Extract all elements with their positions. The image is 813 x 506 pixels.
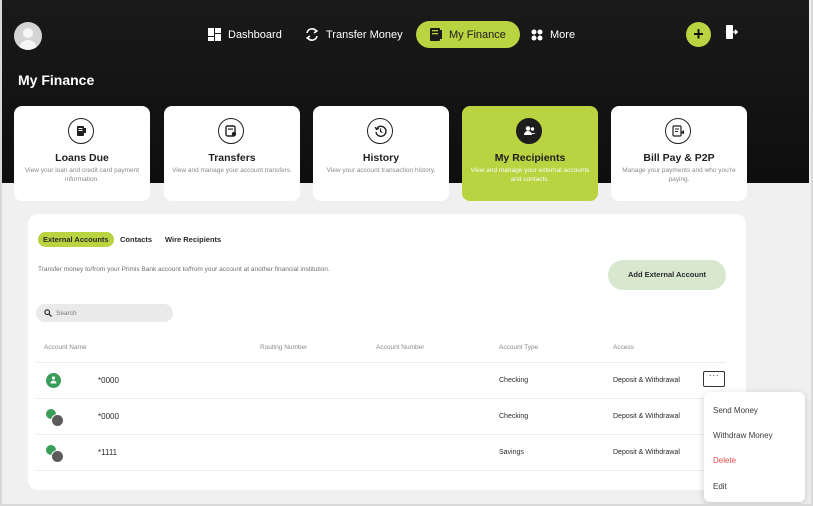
bank-accounts-icon-back bbox=[51, 450, 64, 463]
avatar-body bbox=[19, 40, 37, 50]
search-icon bbox=[44, 309, 52, 317]
bank-accounts-icon bbox=[46, 409, 64, 427]
row-divider bbox=[36, 362, 726, 363]
add-external-account-button[interactable]: Add External Account bbox=[608, 260, 726, 290]
bank-accounts-icon-back bbox=[51, 414, 64, 427]
header-access: Access bbox=[613, 344, 634, 351]
app-window: Dashboard Transfer Money My Finance More… bbox=[0, 0, 813, 506]
nav-transfer-money[interactable]: Transfer Money bbox=[305, 21, 403, 48]
recipients-users-icon bbox=[516, 118, 542, 144]
loan-document-icon bbox=[68, 118, 94, 144]
finance-book-icon bbox=[430, 28, 442, 41]
card-title: Transfers bbox=[208, 152, 256, 164]
header-account-type: Account Type bbox=[499, 344, 539, 351]
table-row[interactable]: *0000 Checking Deposit & Withdrawal bbox=[36, 400, 726, 434]
header-account-number: Account Number bbox=[376, 344, 425, 351]
tab-wire-recipients[interactable]: Wire Recipients bbox=[165, 232, 221, 247]
account-name: *0000 bbox=[98, 412, 119, 421]
nav-more[interactable]: More bbox=[531, 21, 575, 48]
nav-finance-label: My Finance bbox=[449, 28, 506, 41]
bill-pay-icon bbox=[665, 118, 691, 144]
menu-delete[interactable]: Delete bbox=[713, 456, 736, 465]
search-input[interactable] bbox=[56, 309, 156, 317]
card-my-recipients[interactable]: My Recipients View and manage your exter… bbox=[462, 106, 598, 201]
account-name: *1111 bbox=[98, 448, 118, 457]
account-type: Checking bbox=[499, 413, 529, 420]
header-account-name: Account Name bbox=[44, 344, 87, 351]
card-description: Manage your payments and who you're payi… bbox=[622, 167, 736, 183]
header-routing-number: Routing Number bbox=[260, 344, 308, 351]
history-clock-icon bbox=[367, 118, 393, 144]
account-name: *0000 bbox=[98, 376, 119, 385]
avatar[interactable] bbox=[14, 22, 42, 50]
account-type: Checking bbox=[499, 377, 529, 384]
transfer-arrows-icon bbox=[305, 28, 319, 41]
bank-accounts-icon bbox=[46, 445, 64, 463]
table-row[interactable]: *1111 Savings Deposit & Withdrawal bbox=[36, 436, 726, 470]
add-plus-button[interactable]: + bbox=[686, 22, 711, 47]
page-title: My Finance bbox=[18, 72, 95, 88]
card-loans-due[interactable]: Loans Due View your loan and credit card… bbox=[14, 106, 150, 201]
nav-dashboard-label: Dashboard bbox=[228, 28, 282, 41]
search-field[interactable] bbox=[36, 304, 173, 322]
avatar-head bbox=[23, 28, 33, 38]
card-description: View and manage your account transfers. bbox=[172, 167, 292, 174]
tab-contacts[interactable]: Contacts bbox=[120, 232, 152, 247]
account-type: Savings bbox=[499, 449, 524, 456]
tab-external-accounts[interactable]: External Accounts bbox=[38, 232, 114, 247]
logout-icon[interactable] bbox=[726, 25, 738, 39]
menu-withdraw-money[interactable]: Withdraw Money bbox=[713, 431, 773, 440]
card-description: View your loan and credit card payment i… bbox=[24, 167, 140, 183]
row-actions-menu: Send Money Withdraw Money Delete Edit bbox=[704, 392, 805, 502]
menu-send-money[interactable]: Send Money bbox=[713, 406, 758, 415]
dashboard-icon bbox=[208, 28, 221, 41]
transfer-card-icon bbox=[218, 118, 244, 144]
table-row[interactable]: *0000 Checking Deposit & Withdrawal bbox=[36, 364, 726, 398]
row-actions-button[interactable]: ··· bbox=[703, 371, 725, 387]
card-title: Bill Pay & P2P bbox=[643, 152, 715, 164]
account-access: Deposit & Withdrawal bbox=[613, 413, 680, 420]
account-access: Deposit & Withdrawal bbox=[613, 377, 680, 384]
menu-edit[interactable]: Edit bbox=[713, 482, 727, 491]
card-title: Loans Due bbox=[55, 152, 109, 164]
card-bill-pay[interactable]: Bill Pay & P2P Manage your payments and … bbox=[611, 106, 747, 201]
more-grid-icon bbox=[531, 29, 543, 40]
card-title: History bbox=[362, 152, 400, 164]
card-title: My Recipients bbox=[494, 152, 566, 164]
nav-dashboard[interactable]: Dashboard bbox=[208, 21, 282, 48]
account-access: Deposit & Withdrawal bbox=[613, 449, 680, 456]
card-description: View and manage your external accounts a… bbox=[470, 167, 590, 183]
nav-my-finance[interactable]: My Finance bbox=[416, 21, 520, 48]
card-transfers[interactable]: Transfers View and manage your account t… bbox=[164, 106, 300, 201]
row-divider bbox=[36, 434, 726, 435]
transfer-description: Transfer money to/from your Primis Bank … bbox=[38, 266, 330, 273]
nav-transfer-label: Transfer Money bbox=[326, 28, 403, 41]
card-description: View your account transaction history. bbox=[326, 167, 436, 174]
row-divider bbox=[36, 398, 726, 399]
card-history[interactable]: History View your account transaction hi… bbox=[313, 106, 449, 201]
account-user-icon bbox=[46, 373, 61, 388]
nav-more-label: More bbox=[550, 28, 576, 41]
row-divider bbox=[36, 470, 726, 471]
